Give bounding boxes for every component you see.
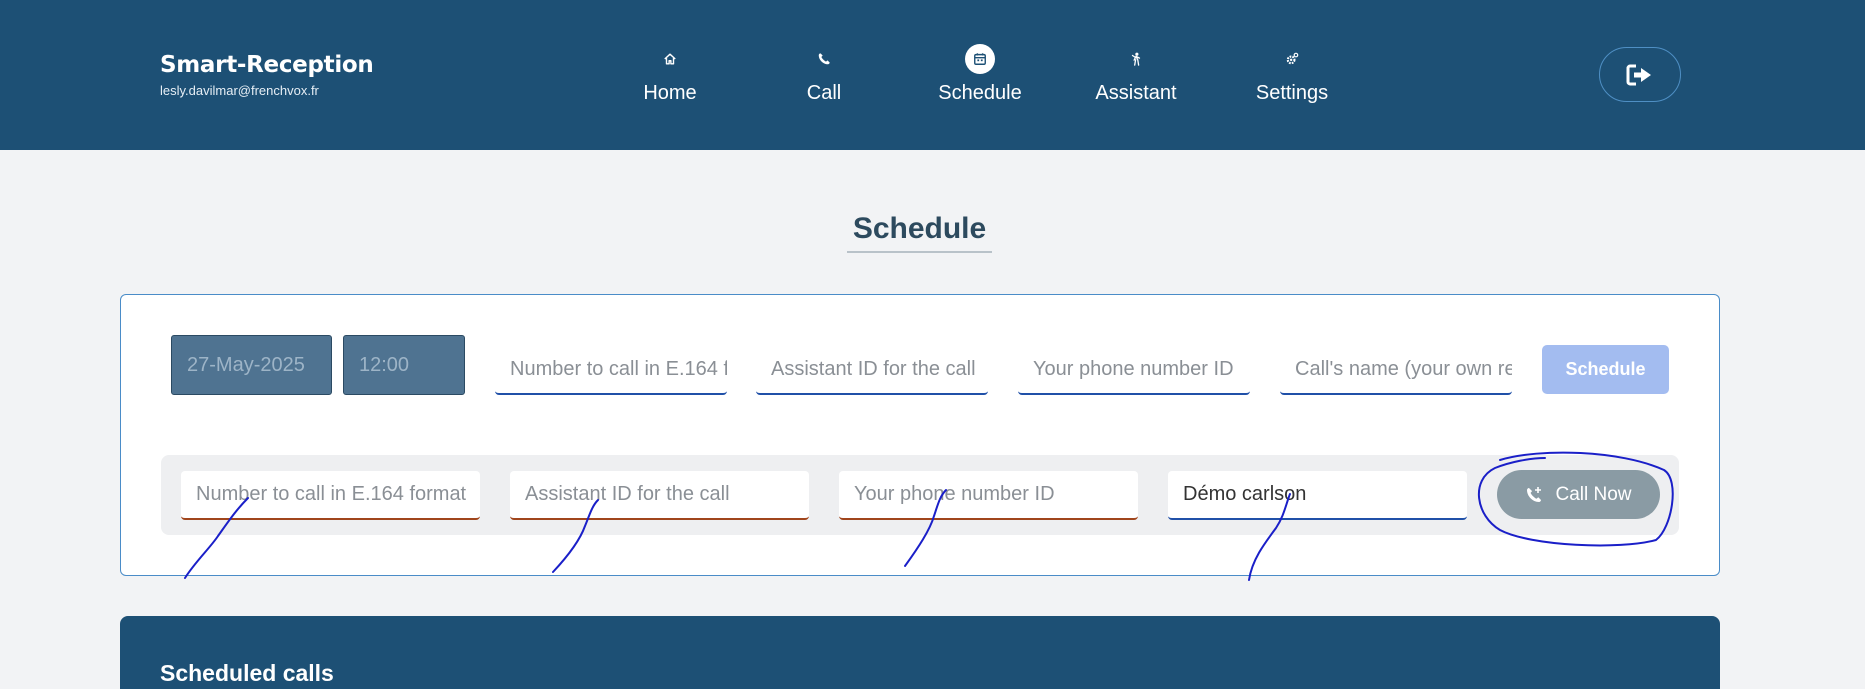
- schedule-assistant-id-input[interactable]: [756, 345, 988, 395]
- nav-item-settings[interactable]: Settings: [1222, 42, 1362, 112]
- schedule-phone-id-input[interactable]: [1018, 345, 1250, 395]
- gear-icon: [1277, 44, 1307, 74]
- call-phone-id-input[interactable]: [839, 471, 1138, 520]
- call-number-input[interactable]: [181, 471, 480, 520]
- nav-label: Settings: [1255, 82, 1329, 104]
- time-picker[interactable]: 12:00: [343, 335, 465, 395]
- schedule-number-input[interactable]: [495, 345, 727, 395]
- phone-icon: [809, 44, 839, 74]
- phone-plus-icon: [1527, 486, 1542, 502]
- nav-label: Home: [643, 82, 697, 104]
- home-icon: [655, 44, 685, 74]
- call-now-label: Call Now: [1555, 483, 1632, 505]
- date-picker[interactable]: 27-May-2025: [171, 335, 332, 395]
- main-nav: Home Call Schedule Assistant Settings: [0, 42, 1865, 112]
- scheduled-calls-title: Scheduled calls: [160, 660, 334, 686]
- page-title: Schedule: [852, 212, 987, 245]
- call-name-input[interactable]: [1168, 471, 1467, 520]
- call-now-button[interactable]: Call Now: [1497, 470, 1660, 519]
- schedule-call-name-input[interactable]: [1280, 345, 1512, 395]
- call-assistant-id-input[interactable]: [510, 471, 809, 520]
- person-icon: [1121, 44, 1151, 74]
- nav-label: Assistant: [1095, 82, 1177, 104]
- nav-item-schedule[interactable]: Schedule: [910, 42, 1050, 112]
- schedule-button[interactable]: Schedule: [1542, 345, 1669, 394]
- nav-item-home[interactable]: Home: [600, 42, 740, 112]
- nav-label: Schedule: [938, 82, 1022, 104]
- top-navigation-bar: Smart-Reception lesly.davilmar@frenchvox…: [0, 0, 1865, 150]
- logout-button[interactable]: [1599, 47, 1681, 102]
- title-underline: [847, 251, 992, 253]
- nav-item-call[interactable]: Call: [754, 42, 894, 112]
- logout-icon: [1626, 64, 1651, 85]
- calendar-icon: [965, 44, 995, 74]
- scheduled-calls-panel: Scheduled calls: [120, 616, 1720, 689]
- nav-label: Call: [806, 82, 842, 104]
- nav-item-assistant[interactable]: Assistant: [1066, 42, 1206, 112]
